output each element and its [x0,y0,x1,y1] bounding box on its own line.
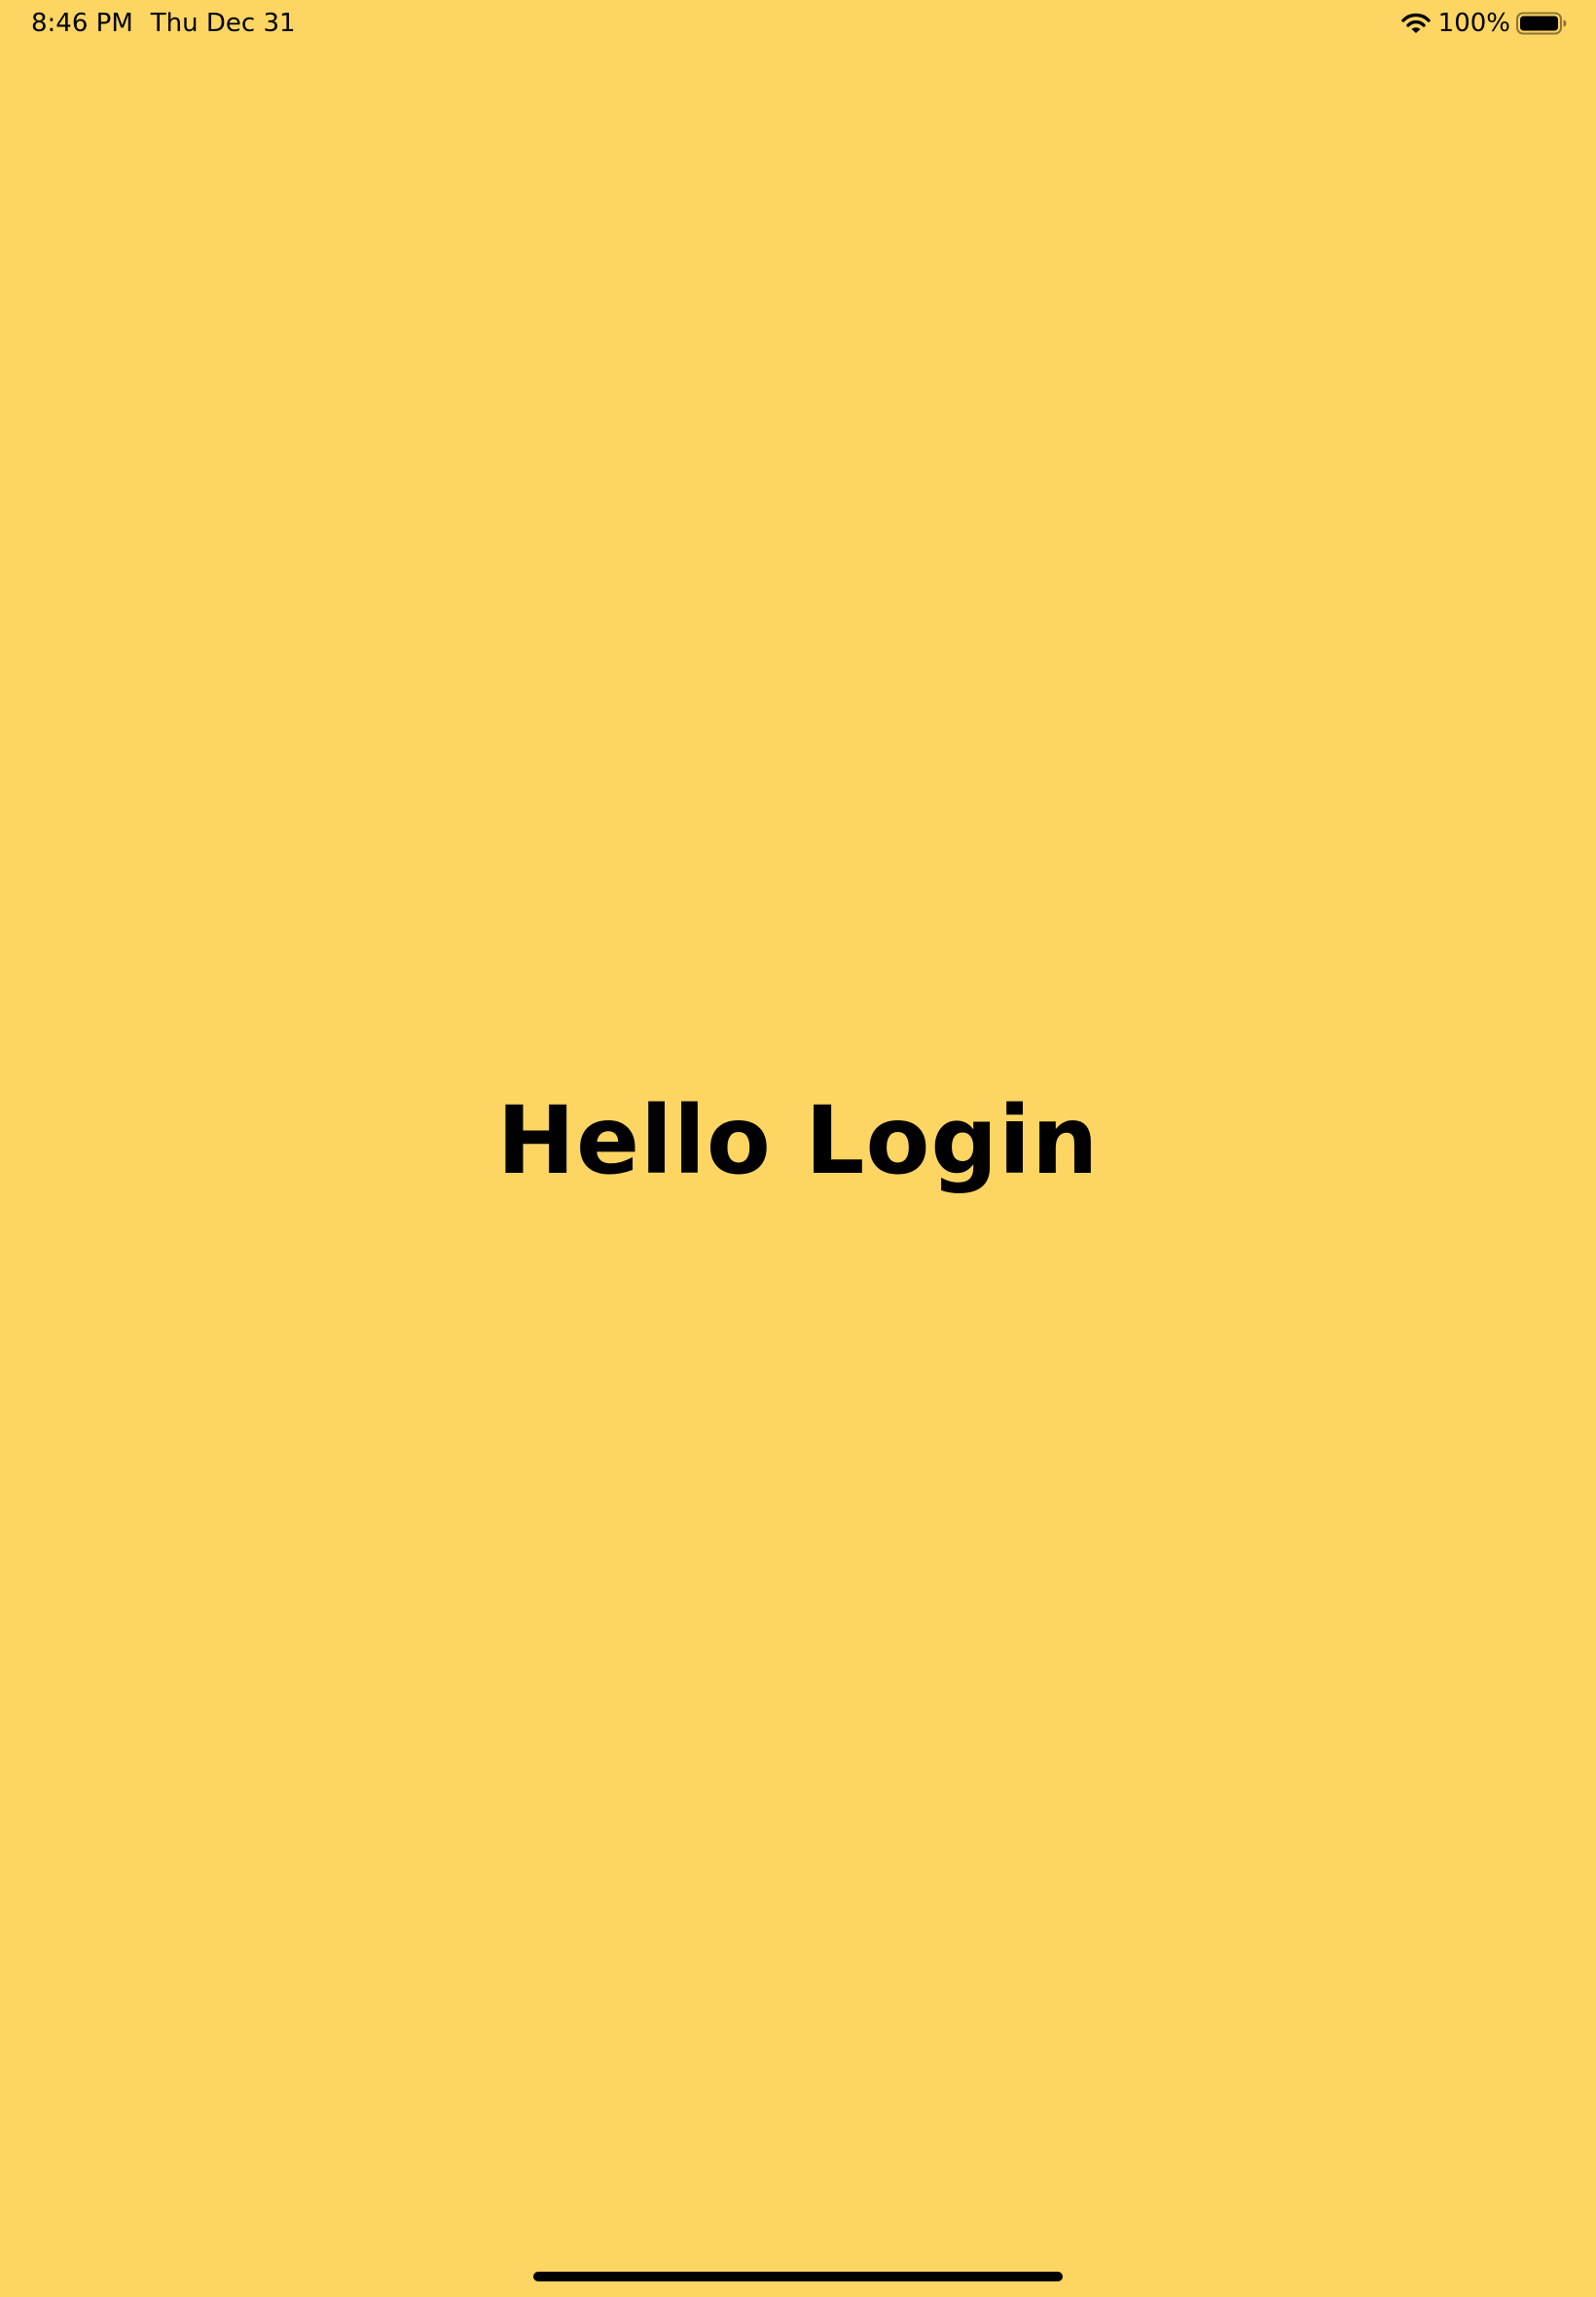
home-indicator[interactable] [533,2272,1063,2281]
status-date: Thu Dec 31 [150,9,296,38]
battery-full-icon [1516,12,1567,35]
status-left: 8:46 PM Thu Dec 31 [31,8,296,39]
wifi-icon [1400,12,1431,35]
page-title: Hello Login [496,1086,1100,1195]
battery-percent: 100% [1437,9,1510,38]
status-bar: 8:46 PM Thu Dec 31 100% [0,0,1596,47]
status-time: 8:46 PM [31,9,133,38]
status-right: 100% [1400,8,1567,39]
